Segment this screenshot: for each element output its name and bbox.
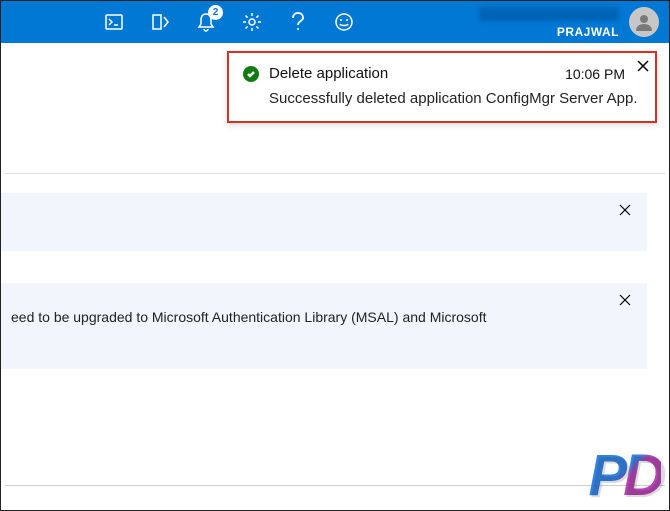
topbar-icons: 2 [91, 1, 367, 43]
account-email-blurred [479, 7, 619, 21]
top-bar: 2 PRAJWAL [1, 1, 669, 43]
success-check-icon [243, 66, 259, 82]
watermark-logo: PD [588, 450, 661, 502]
info-banner-1 [1, 193, 647, 251]
banner-close-button[interactable] [619, 293, 631, 311]
account-menu[interactable]: PRAJWAL [557, 1, 619, 43]
toast-close-button[interactable] [637, 57, 649, 75]
notifications-icon[interactable]: 2 [183, 1, 229, 43]
settings-gear-icon[interactable] [229, 1, 275, 43]
toast-timestamp: 10:06 PM [565, 66, 625, 82]
banner-close-button[interactable] [619, 203, 631, 221]
toast-message: Successfully deleted application ConfigM… [243, 90, 641, 107]
info-banner-2: eed to be upgraded to Microsoft Authenti… [1, 283, 647, 369]
avatar[interactable] [629, 7, 659, 37]
feedback-smiley-icon[interactable] [321, 1, 367, 43]
bottom-separator [5, 485, 665, 486]
toast-title: Delete application [269, 65, 388, 82]
banner-text: eed to be upgraded to Microsoft Authenti… [11, 297, 486, 325]
help-icon[interactable] [275, 1, 321, 43]
username-label: PRAJWAL [557, 25, 619, 39]
notification-badge: 2 [208, 5, 223, 20]
notification-toast: Delete application 10:06 PM Successfully… [227, 51, 657, 123]
cloud-shell-icon[interactable] [91, 1, 137, 43]
separator-line [5, 173, 665, 174]
directory-filter-icon[interactable] [137, 1, 183, 43]
